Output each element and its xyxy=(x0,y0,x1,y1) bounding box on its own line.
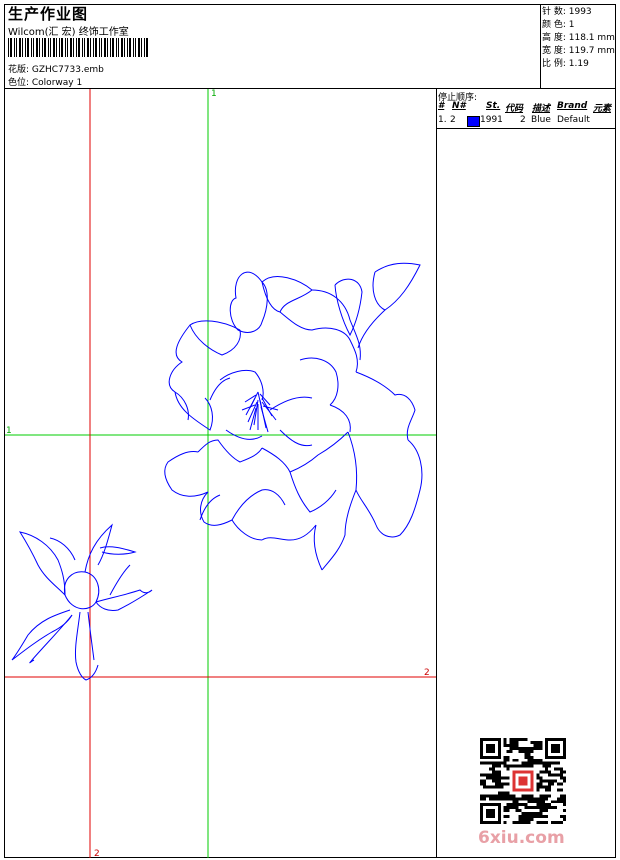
qr-code xyxy=(480,738,566,824)
green-guide-label-left: 1 xyxy=(6,426,12,436)
design-canvas: 1 1 2 2 xyxy=(5,89,436,859)
peony-stamen xyxy=(241,391,279,433)
red-guide-label-right: 2 xyxy=(424,668,430,678)
flower-bud xyxy=(11,523,153,681)
red-guide-label-bottom: 2 xyxy=(94,849,100,859)
watermark-text: 6xiu.com xyxy=(478,828,565,848)
green-guide-label-top: 1 xyxy=(211,89,217,99)
peony-flower xyxy=(164,262,423,571)
